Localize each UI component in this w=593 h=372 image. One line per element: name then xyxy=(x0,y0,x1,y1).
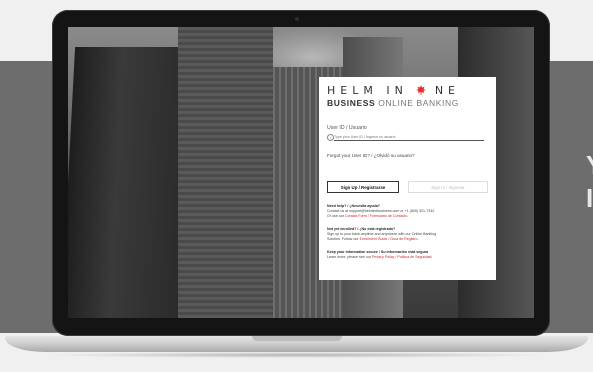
need-help-suffix: . xyxy=(407,214,409,218)
info-icon[interactable]: i xyxy=(327,134,334,141)
product-title-bold: BUSINESS xyxy=(327,98,376,108)
product-title: BUSINESS ONLINE BANKING xyxy=(327,98,459,108)
login-card: HELM IN NE BUSINESS ONLINE BANKING User … xyxy=(319,77,496,280)
skyscraper-image xyxy=(178,27,273,318)
webcam-icon xyxy=(295,17,299,21)
need-help-prefix: Or use our xyxy=(327,214,344,218)
laptop-screen: HELM IN NE BUSINESS ONLINE BANKING User … xyxy=(68,27,534,318)
brand-text-right: NE xyxy=(434,84,460,97)
laptop-shadow xyxy=(40,352,553,358)
need-help-contact: Contact us at support@helminebusiness.co… xyxy=(327,209,435,213)
product-mockup: Y I HELM IN NE BUSINESS ONLINE BANKING U… xyxy=(0,0,593,372)
forgot-user-id-link[interactable]: Forgot your User ID? / ¿Olvidó su usuari… xyxy=(327,153,415,158)
brand-logo: HELM IN NE xyxy=(327,84,460,97)
brand-text-left: HELM IN xyxy=(327,84,408,97)
skyscraper-image xyxy=(68,47,196,318)
user-id-input[interactable] xyxy=(334,133,484,141)
need-help-section: Need help? / ¿Necesita ayuda? Contact us… xyxy=(327,204,491,219)
band-letter-fragment: I xyxy=(586,183,593,213)
user-id-label: User ID / Usuario xyxy=(327,125,367,131)
band-letter-fragment: Y xyxy=(586,150,593,181)
enroll-suffix: . xyxy=(417,237,419,241)
maple-leaf-icon xyxy=(416,85,427,95)
sign-in-button[interactable]: Sign In / Ingresar xyxy=(408,181,488,193)
product-title-rest: ONLINE BANKING xyxy=(378,98,459,108)
security-section: Keep your information secure / Su inform… xyxy=(327,250,491,260)
privacy-policy-link[interactable]: Privacy Policy / Política de Seguridad xyxy=(372,255,432,259)
laptop-notch xyxy=(252,336,342,341)
security-prefix: Learn more, please see our xyxy=(327,255,371,259)
sign-up-button[interactable]: Sign Up / Registrarse xyxy=(327,181,399,193)
contact-form-link[interactable]: Contact Form / Formulario de Contacto xyxy=(345,214,407,218)
enroll-section: Not yet enrolled? / ¿No está registrado?… xyxy=(327,227,491,242)
enrollment-guide-link[interactable]: Enrollment Guide / Guía de Registro xyxy=(360,237,418,241)
enroll-text: Sign up to your bank anytime and anywher… xyxy=(327,232,437,236)
enroll-prefix: Solution. Follow our xyxy=(327,237,359,241)
security-suffix: . xyxy=(431,255,433,259)
